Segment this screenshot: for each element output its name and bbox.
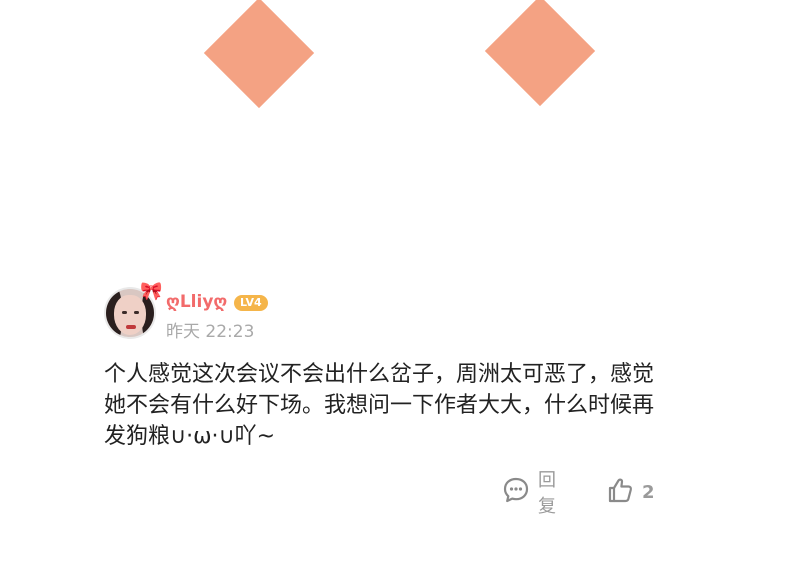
comment-text: 个人感觉这次会议不会出什么岔子，周洲太可恶了，感觉她不会有什么好下场。我想问一下… bbox=[104, 362, 655, 449]
like-button[interactable]: 2 bbox=[606, 478, 655, 506]
decorative-diamond bbox=[484, 0, 596, 107]
reply-button[interactable]: 回复 bbox=[502, 470, 556, 517]
bow-icon: 🎀 bbox=[140, 281, 163, 302]
like-count: 2 bbox=[642, 481, 655, 503]
level-badge: LV4 bbox=[234, 295, 268, 311]
avatar[interactable]: 🎀 bbox=[104, 283, 162, 339]
reply-label: 回复 bbox=[538, 470, 556, 517]
username[interactable]: ღLliyღ bbox=[166, 292, 227, 312]
chat-bubble-icon bbox=[502, 476, 530, 508]
timestamp: 昨天 22:23 bbox=[166, 322, 255, 342]
thumbs-up-icon bbox=[606, 476, 634, 508]
decorative-diamond bbox=[203, 0, 315, 109]
